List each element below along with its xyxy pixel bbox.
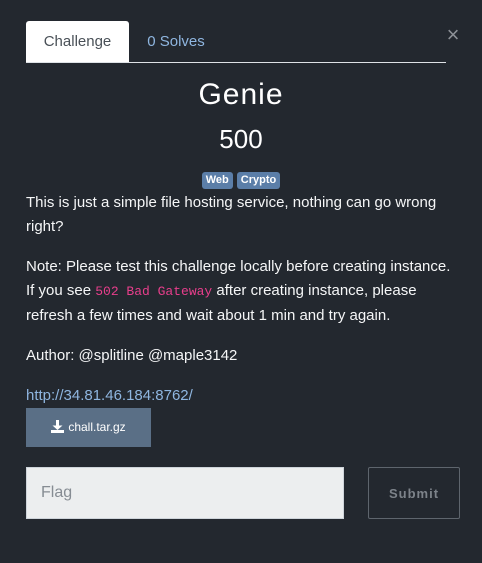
close-icon[interactable]: × xyxy=(443,24,463,46)
download-file-label: chall.tar.gz xyxy=(68,420,126,434)
tab-challenge[interactable]: Challenge xyxy=(26,21,129,62)
note-code: 502 Bad Gateway xyxy=(95,284,213,299)
tag-crypto: Crypto xyxy=(236,172,281,189)
challenge-instance-link[interactable]: http://34.81.46.184:8762/ xyxy=(26,384,193,408)
challenge-modal: × Challenge 0 Solves Genie 500 Web Crypt… xyxy=(0,0,482,563)
challenge-description: This is just a simple file hosting servi… xyxy=(26,194,437,235)
submit-button[interactable]: Submit xyxy=(368,467,460,519)
challenge-author: Author: @splitline @maple3142 xyxy=(26,347,238,364)
download-icon xyxy=(51,420,65,433)
tag-web: Web xyxy=(201,172,233,189)
challenge-tags: Web Crypto xyxy=(0,172,482,189)
download-file-button[interactable]: chall.tar.gz xyxy=(26,408,151,447)
flag-input[interactable] xyxy=(26,467,344,519)
challenge-tabs: Challenge 0 Solves xyxy=(26,21,446,63)
challenge-note: Note: Please test this challenge locally… xyxy=(26,255,456,328)
challenge-points: 500 xyxy=(219,124,263,154)
challenge-title: Genie xyxy=(198,78,284,111)
tab-solves[interactable]: 0 Solves xyxy=(136,21,216,62)
